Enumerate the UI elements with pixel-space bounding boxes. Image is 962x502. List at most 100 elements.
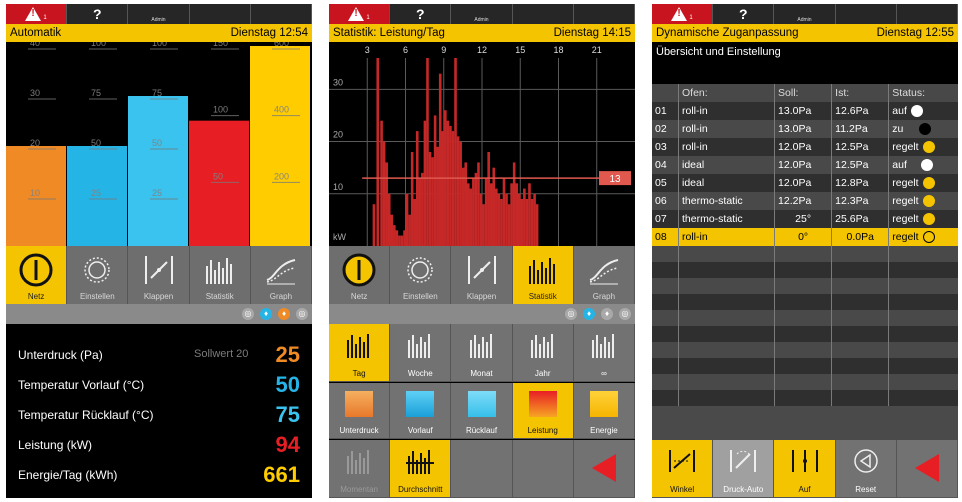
period-woche[interactable]: Woche [390,324,452,382]
value-row-ruecklauf: Temperatur Rücklauf (°C) 75 [18,402,300,427]
title-bar: Automatik Dienstag 12:54 [6,24,312,42]
x-tick-label: 9 [441,45,446,55]
nav-graph[interactable]: Graph [574,246,635,304]
alarm-button[interactable]: 1 [329,4,391,24]
histogram-bar [469,188,473,246]
value-list: Unterdruck (Pa) Sollwert 20 25 Temperatu… [6,324,312,498]
histogram-bar [426,58,429,246]
warning-icon [671,7,688,21]
nav-statistik[interactable]: Statistik [190,246,251,304]
back-button[interactable] [896,440,958,498]
table-row[interactable]: 02 roll-in 13.0Pa 11.2Pa zu [652,120,958,138]
period-monat[interactable]: Monat [451,324,513,382]
bar-leistung [189,120,249,246]
histogram-bar [528,183,531,246]
tick-label: 25 [152,188,162,198]
tick-label: 150 [213,42,228,48]
user-button[interactable]: Admin [451,4,513,24]
help-button[interactable]: ? [390,4,452,24]
table-row[interactable]: 03 roll-in 12.0Pa 12.5Pa regelt [652,138,958,156]
tick-label: 30 [30,88,40,98]
nav-klappen[interactable]: Klappen [451,246,513,304]
average-icon [406,450,435,474]
histogram-bar [507,204,511,246]
toolbar-slot[interactable] [513,4,574,24]
back-arrow-icon [914,454,939,482]
nav-einstellen[interactable]: Einstellen [67,246,129,304]
user-button[interactable]: Admin [774,4,836,24]
energy-indicator-icon: ◎ [296,308,308,320]
nav-statistik[interactable]: Statistik [512,246,574,304]
table-row[interactable]: 04 ideal 12.0Pa 12.5Pa auf [652,156,958,174]
user-button[interactable]: Admin [128,4,190,24]
nav-einstellen[interactable]: Einstellen [390,246,452,304]
help-button[interactable]: ? [67,4,129,24]
histogram-bar [523,188,526,246]
alarm-button[interactable]: 1 [652,4,714,24]
histogram-svg: 3 6 9 12 15 18 21 10 20 30 kW 13 [329,45,635,247]
histogram-bar [510,183,513,246]
period-jahr[interactable]: Jahr [512,324,574,382]
table-row[interactable]: 07 thermo-static 25° 25.6Pa regelt [652,210,958,228]
status-indicator [922,195,935,208]
mode-durchschnitt[interactable]: Durchschnitt [390,440,452,498]
druck-auto-button[interactable]: Druck-Auto [713,440,775,498]
tick-label: 600 [274,42,289,48]
histogram-bar [413,199,417,246]
value-row-unterdruck: Unterdruck (Pa) Sollwert 20 25 [18,342,300,367]
histogram-icon [347,334,370,358]
setpoint-label: Sollwert 20 [194,348,249,360]
color-swatch [345,391,374,417]
nav-graph[interactable]: Graph [251,246,312,304]
reset-button[interactable]: Reset [835,440,897,498]
toolbar-slot[interactable] [190,4,251,24]
tick-label: 10 [30,188,40,198]
date-time: Dienstag 12:54 [230,27,308,39]
nav-netz[interactable]: Netz [329,246,391,304]
histogram-bar [398,235,401,246]
histogram-bar [415,131,419,246]
status-bar-chart: 10 20 30 40 25 50 75 100 25 50 75 100 50 100 150 200 400… [6,38,312,246]
mode-momentan[interactable]: Momentan [329,440,391,498]
table-row[interactable]: 01 roll-in 13.0Pa 12.6Pa auf [652,102,958,120]
period-all[interactable]: ∞ [573,324,635,382]
tick-label: 75 [91,88,101,98]
period-tag[interactable]: Tag [329,324,391,382]
back-button[interactable] [573,440,635,498]
toolbar-slot[interactable] [574,4,635,24]
toolbar-slot[interactable] [251,4,312,24]
table-row-selected[interactable]: 08 roll-in 0° 0.0Pa regelt [652,228,958,246]
damper-icon [467,256,496,284]
histogram-bar [474,172,478,246]
toolbar-slot[interactable] [897,4,958,24]
warning-icon [25,7,42,21]
histogram-bar [502,178,506,246]
main-nav: Netz Einstellen Klappen Statistik Graph [329,246,635,304]
winkel-button[interactable]: Winkel [652,440,714,498]
statistik-panel: 1 ? Admin Statistik: Leistung/Tag Dienst… [329,4,635,498]
table-row [652,262,958,278]
histogram-bar [454,58,457,246]
toolbar-slot[interactable] [836,4,897,24]
histogram-icon [591,334,614,358]
histogram-bar [380,120,383,246]
auf-button[interactable]: Auf [774,440,836,498]
power-icon [19,253,53,287]
energy-indicator-icon: ◎ [619,308,631,320]
alarm-button[interactable]: 1 [6,4,68,24]
mode-selector: Momentan Durchschnitt [329,440,635,498]
histogram-bar [484,178,488,246]
value-row-energie: Energie/Tag (kWh) 661 [18,462,300,487]
flame-icon: ♦ [278,308,290,320]
table-row[interactable]: 05 ideal 12.0Pa 12.8Pa regelt [652,174,958,192]
tick-label: 100 [91,42,106,48]
nav-netz[interactable]: Netz [6,246,68,304]
table-row[interactable]: 06 thermo-static 12.2Pa 12.3Pa regelt [652,192,958,210]
series-ruecklauf[interactable]: Rücklauf [451,383,513,439]
series-leistung[interactable]: Leistung [512,383,574,439]
nav-klappen[interactable]: Klappen [128,246,190,304]
series-energie[interactable]: Energie [573,383,635,439]
help-button[interactable]: ? [713,4,775,24]
series-vorlauf[interactable]: Vorlauf [390,383,452,439]
series-unterdruck[interactable]: Unterdruck [329,383,391,439]
